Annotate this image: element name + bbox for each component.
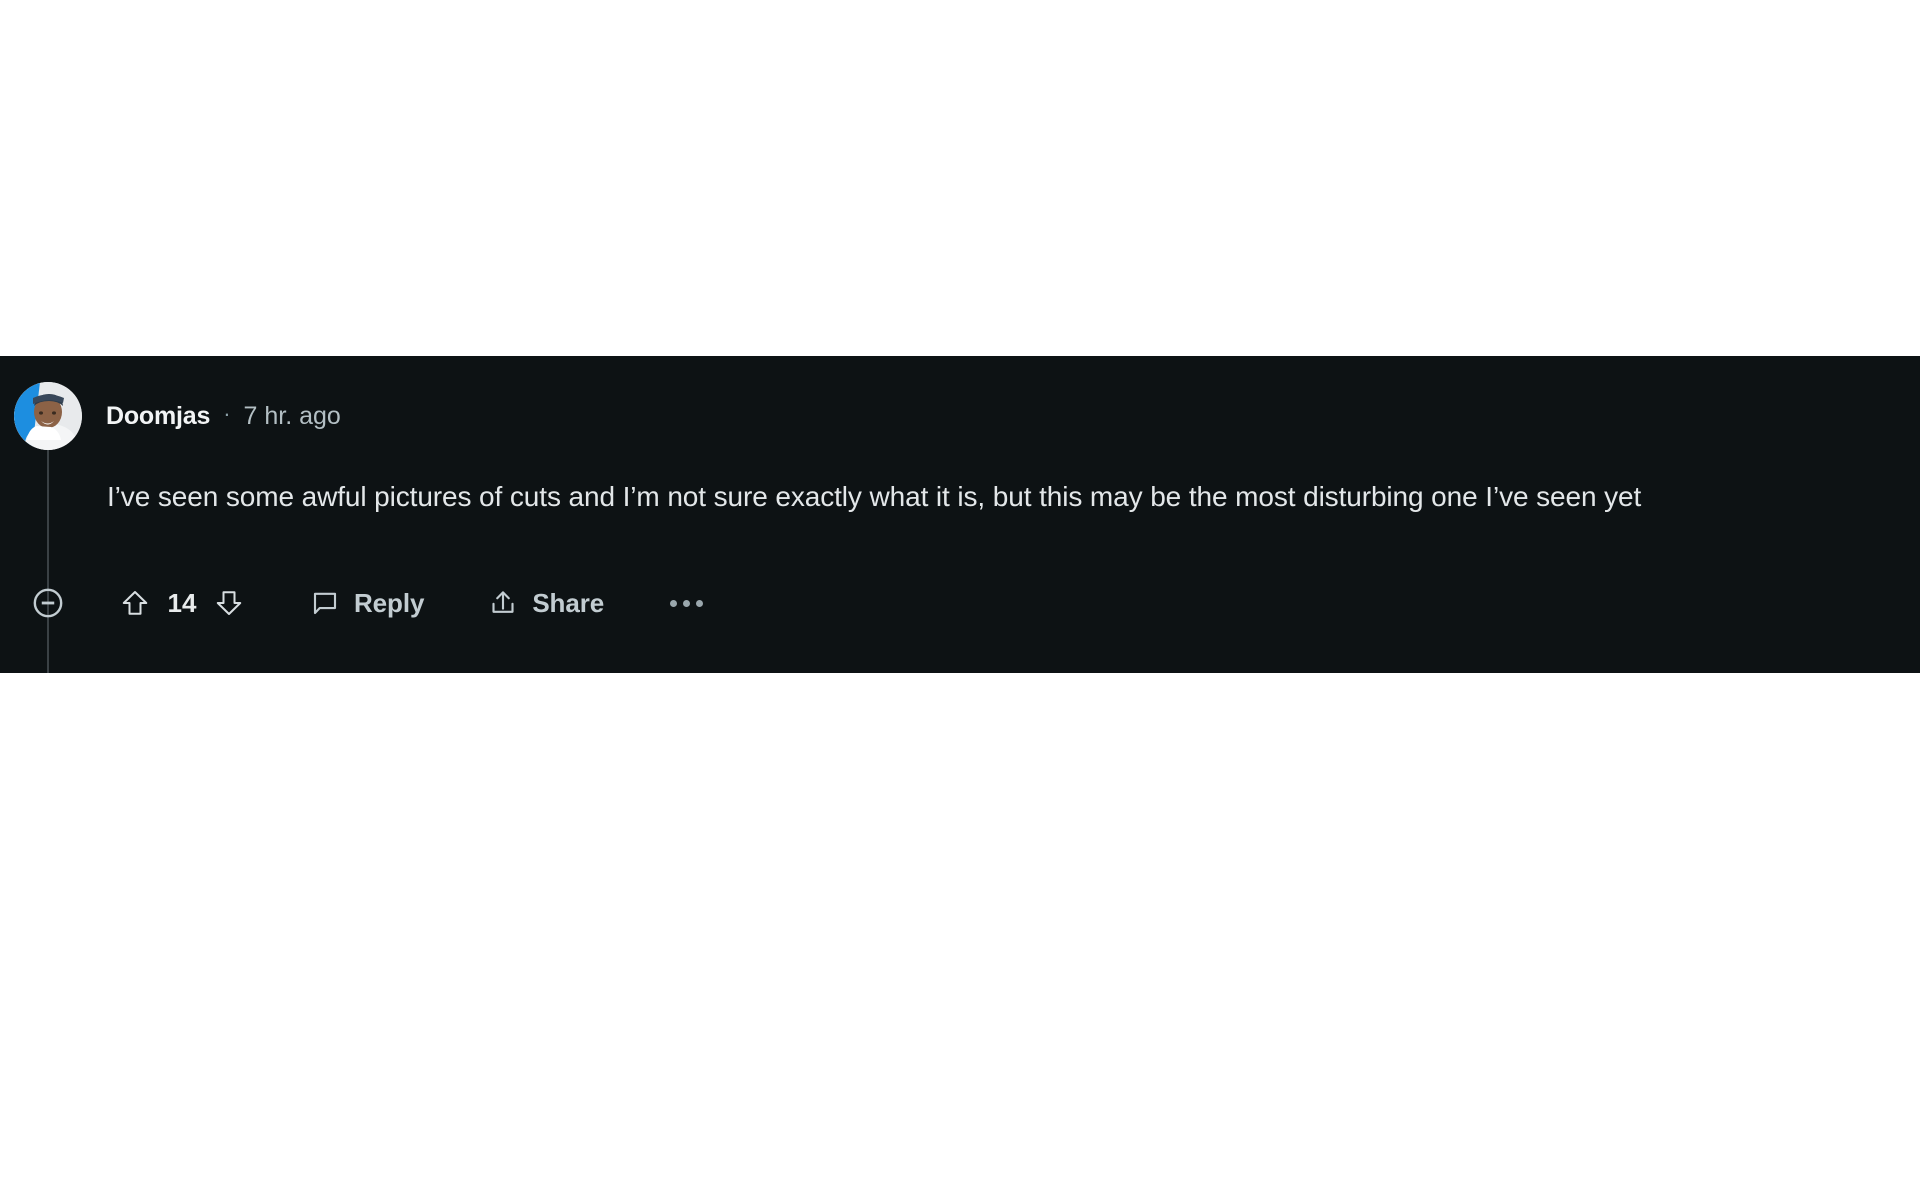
comment-header: Doomjas · 7 hr. ago	[14, 382, 341, 450]
comment-panel: Doomjas · 7 hr. ago I’ve seen some awful…	[0, 356, 1920, 673]
ellipsis-dot	[682, 599, 690, 607]
vote-group: 14	[116, 584, 248, 622]
comment-body-text: I’ve seen some awful pictures of cuts an…	[107, 481, 1642, 512]
comment-timestamp[interactable]: 7 hr. ago	[244, 402, 341, 431]
comment-bubble-icon	[310, 588, 340, 618]
screenshot-root: Doomjas · 7 hr. ago I’ve seen some awful…	[0, 0, 1920, 1200]
ellipsis-dot	[669, 599, 677, 607]
meta-separator: ·	[223, 401, 231, 426]
comment-author[interactable]: Doomjas	[106, 402, 210, 431]
reply-label: Reply	[354, 587, 425, 618]
reply-button[interactable]: Reply	[310, 588, 424, 619]
ellipsis-dot	[695, 599, 703, 607]
share-button[interactable]: Share	[488, 588, 604, 619]
minus-circle-icon[interactable]	[24, 579, 72, 627]
thread-collapse-line[interactable]	[47, 448, 49, 673]
avatar[interactable]	[14, 382, 82, 450]
comment-action-bar: 14 Reply Share	[24, 578, 708, 628]
upvote-arrow-icon[interactable]	[116, 584, 154, 622]
ellipsis-icon[interactable]	[664, 583, 708, 623]
avatar-image	[14, 382, 82, 450]
downvote-arrow-icon[interactable]	[210, 584, 248, 622]
vote-count: 14	[167, 587, 197, 618]
share-label: Share	[532, 587, 605, 618]
comment-meta: Doomjas · 7 hr. ago	[106, 401, 341, 431]
share-arrow-icon	[488, 588, 518, 618]
